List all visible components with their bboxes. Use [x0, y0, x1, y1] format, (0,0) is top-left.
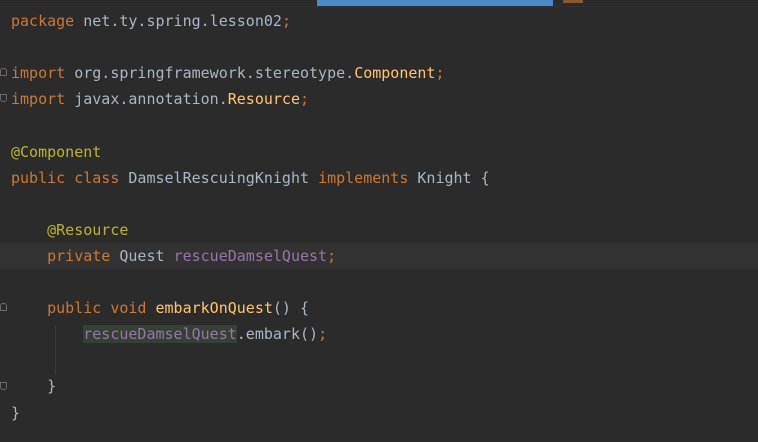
code-token: ;	[318, 325, 328, 344]
code-line[interactable]	[0, 191, 758, 217]
code-token: Quest	[119, 246, 174, 265]
code-token: DamselRescuingKnight	[128, 168, 319, 187]
code-token: Component	[354, 64, 436, 83]
code-line-text: public void embarkOnQuest() {	[11, 295, 309, 321]
code-line[interactable]	[0, 269, 758, 295]
code-token: .embark()	[236, 325, 319, 344]
code-line-text: rescueDamselQuest.embark();	[11, 321, 327, 347]
code-token: @Component	[11, 142, 102, 161]
code-line-text: }	[11, 373, 56, 399]
code-line-text: private Quest rescueDamselQuest;	[11, 243, 336, 269]
editor-top-border	[0, 6, 758, 7]
code-token: public class	[11, 168, 129, 187]
code-line[interactable]: private Quest rescueDamselQuest;	[0, 242, 758, 269]
code-token: org.springframework.stereotype.	[74, 64, 355, 83]
code-token: embarkOnQuest	[155, 299, 273, 318]
code-token: rescueDamselQuest	[83, 325, 237, 344]
code-editor[interactable]: package net.ty.spring.lesson02; import or…	[0, 0, 758, 442]
code-token: import	[11, 90, 75, 109]
code-token: private	[47, 246, 120, 265]
code-line[interactable]	[0, 112, 758, 138]
code-token: implements	[318, 168, 418, 187]
code-line[interactable]: import javax.annotation.Resource;	[0, 86, 758, 112]
code-line[interactable]: public class DamselRescuingKnight implem…	[0, 165, 758, 191]
code-line[interactable]: public void embarkOnQuest() {	[0, 295, 758, 321]
code-line-text: package net.ty.spring.lesson02;	[11, 8, 291, 34]
editor-marker-stripe	[563, 0, 583, 3]
code-line[interactable]	[0, 34, 758, 60]
code-line[interactable]	[0, 347, 758, 373]
code-token: public void	[47, 299, 156, 318]
code-token: }	[11, 377, 57, 396]
code-token: () {	[272, 299, 310, 318]
code-line-text: }	[11, 400, 20, 426]
code-line-text: import org.springframework.stereotype.Co…	[11, 60, 445, 86]
code-line[interactable]: }	[0, 373, 758, 399]
code-token: ;	[327, 246, 337, 265]
code-line[interactable]: import org.springframework.stereotype.Co…	[0, 60, 758, 86]
code-token: package	[11, 12, 84, 30]
code-token: Resource	[227, 90, 300, 109]
code-line-text: public class DamselRescuingKnight implem…	[11, 165, 490, 191]
code-line[interactable]: }	[0, 400, 758, 426]
code-token: ;	[300, 90, 310, 109]
code-line-text: @Resource	[11, 217, 128, 243]
code-token: }	[11, 403, 21, 422]
code-token: Knight {	[417, 168, 490, 187]
code-line[interactable]: @Component	[0, 139, 758, 165]
code-token: net.ty.spring.lesson02	[83, 12, 282, 30]
code-token: rescueDamselQuest	[173, 246, 328, 265]
code-token: @Resource	[47, 220, 129, 239]
code-line[interactable]: @Resource	[0, 217, 758, 243]
code-line-text: import javax.annotation.Resource;	[11, 86, 309, 112]
code-line[interactable]: package net.ty.spring.lesson02;	[0, 8, 758, 34]
code-token: ;	[281, 12, 291, 30]
code-line-text: @Component	[11, 139, 101, 165]
code-token: javax.annotation.	[74, 90, 228, 109]
code-token: ;	[435, 64, 445, 83]
code-token: import	[11, 64, 75, 83]
code-line[interactable]: rescueDamselQuest.embark();	[0, 321, 758, 347]
